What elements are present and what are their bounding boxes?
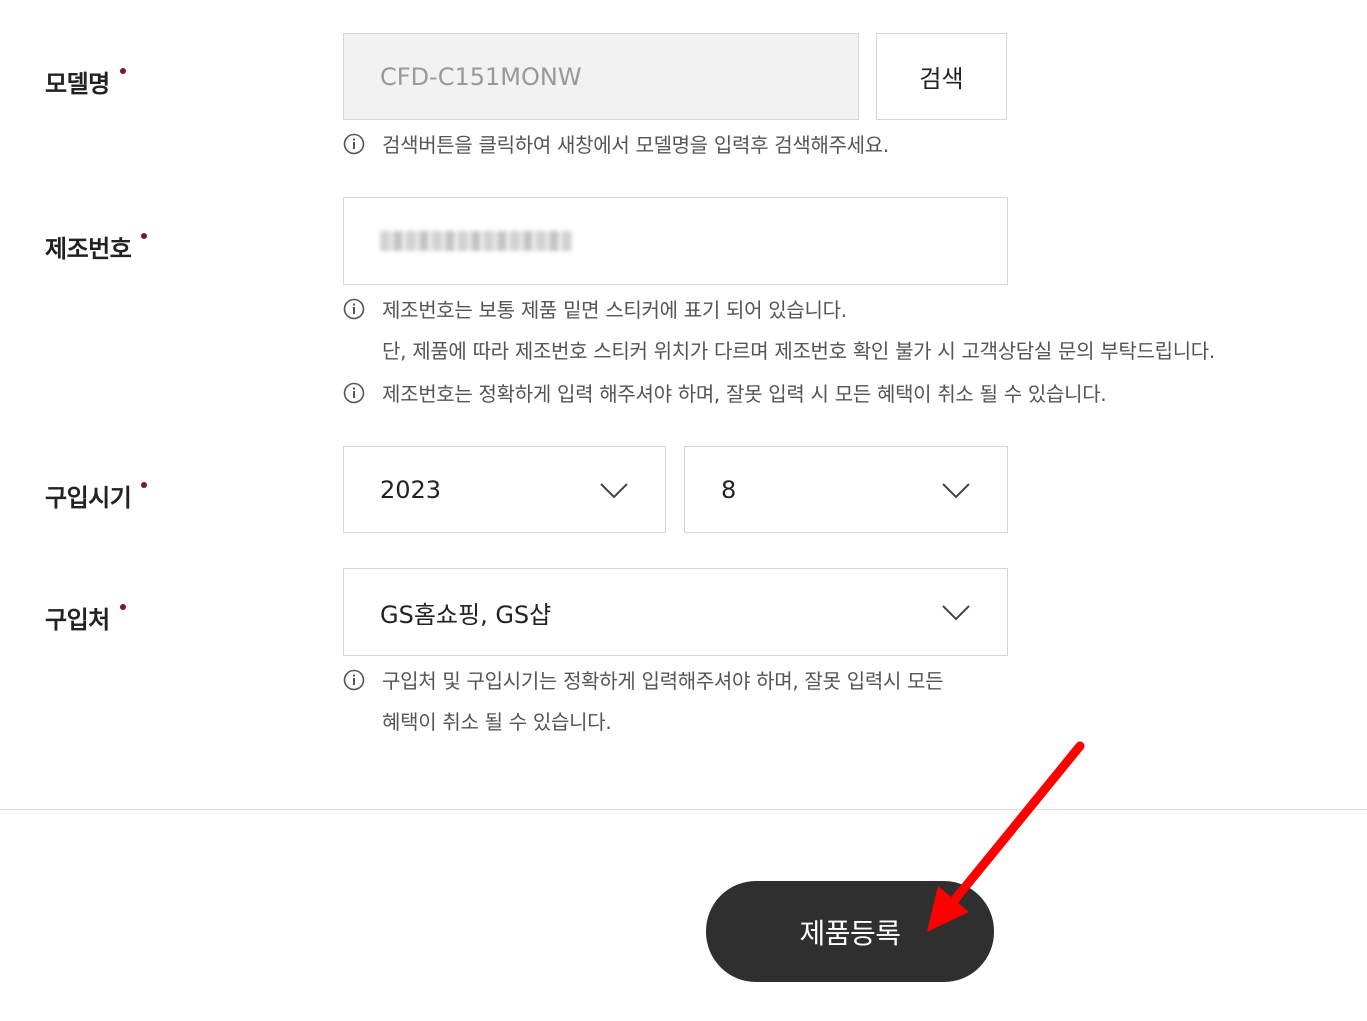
model-search-button[interactable]: 검색 bbox=[876, 33, 1007, 120]
info-icon bbox=[343, 382, 365, 403]
section-divider bbox=[0, 809, 1367, 810]
purchase-place-label: 구입처 bbox=[45, 600, 126, 635]
required-dot bbox=[119, 68, 126, 74]
serial-label: 제조번호 bbox=[45, 229, 148, 264]
serial-note-2: 제조번호는 정확하게 입력 해주셔야 하며, 잘못 입력 시 모든 혜택이 취소… bbox=[343, 378, 1107, 407]
purchase-place-select[interactable]: GS홈쇼핑, GS샵 bbox=[343, 568, 1008, 656]
chevron-down-icon bbox=[942, 605, 970, 621]
model-input[interactable]: CFD-C151MONW bbox=[343, 33, 859, 120]
serial-value-redacted bbox=[380, 231, 572, 251]
info-icon bbox=[343, 298, 365, 319]
info-icon bbox=[343, 669, 365, 690]
purchase-month-value: 8 bbox=[721, 475, 737, 504]
purchase-place-note-continued: 혜택이 취소 될 수 있습니다. bbox=[382, 706, 612, 735]
purchase-place-label-text: 구입처 bbox=[45, 606, 110, 634]
purchase-date-label-text: 구입시기 bbox=[45, 484, 132, 512]
purchase-year-select[interactable]: 2023 bbox=[343, 446, 666, 533]
serial-label-text: 제조번호 bbox=[45, 235, 132, 263]
serial-note-1: 제조번호는 보통 제품 밑면 스티커에 표기 되어 있습니다. bbox=[343, 294, 847, 323]
chevron-down-icon bbox=[600, 482, 628, 498]
model-note-text: 검색버튼을 클릭하여 새창에서 모델명을 입력후 검색해주세요. bbox=[382, 133, 889, 157]
serial-note-2-text: 제조번호는 정확하게 입력 해주셔야 하며, 잘못 입력 시 모든 혜택이 취소… bbox=[382, 382, 1107, 406]
chevron-down-icon bbox=[942, 482, 970, 498]
model-label: 모델명 bbox=[45, 64, 126, 99]
required-dot bbox=[141, 482, 148, 488]
model-label-text: 모델명 bbox=[45, 70, 110, 98]
purchase-place-note-line-2: 혜택이 취소 될 수 있습니다. bbox=[382, 710, 612, 734]
register-product-button[interactable]: 제품등록 bbox=[706, 881, 994, 982]
purchase-place-note-line-1: 구입처 및 구입시기는 정확하게 입력해주셔야 하며, 잘못 입력시 모든 bbox=[382, 669, 944, 693]
purchase-place-value: GS홈쇼핑, GS샵 bbox=[380, 600, 552, 629]
serial-note-1-line-1: 제조번호는 보통 제품 밑면 스티커에 표기 되어 있습니다. bbox=[382, 298, 847, 322]
info-icon bbox=[343, 133, 365, 154]
purchase-date-label: 구입시기 bbox=[45, 478, 148, 513]
serial-note-1-line-2: 단, 제품에 따라 제조번호 스티커 위치가 다르며 제조번호 확인 불가 시 … bbox=[382, 339, 1215, 363]
model-value: CFD-C151MONW bbox=[380, 62, 582, 91]
model-note: 검색버튼을 클릭하여 새창에서 모델명을 입력후 검색해주세요. bbox=[343, 129, 889, 158]
purchase-month-select[interactable]: 8 bbox=[684, 446, 1008, 533]
purchase-place-note: 구입처 및 구입시기는 정확하게 입력해주셔야 하며, 잘못 입력시 모든 bbox=[343, 665, 944, 694]
serial-input[interactable] bbox=[343, 197, 1008, 285]
serial-note-1-continued: 단, 제품에 따라 제조번호 스티커 위치가 다르며 제조번호 확인 불가 시 … bbox=[382, 335, 1215, 364]
purchase-year-value: 2023 bbox=[380, 475, 442, 504]
required-dot bbox=[119, 604, 126, 610]
required-dot bbox=[141, 233, 148, 239]
